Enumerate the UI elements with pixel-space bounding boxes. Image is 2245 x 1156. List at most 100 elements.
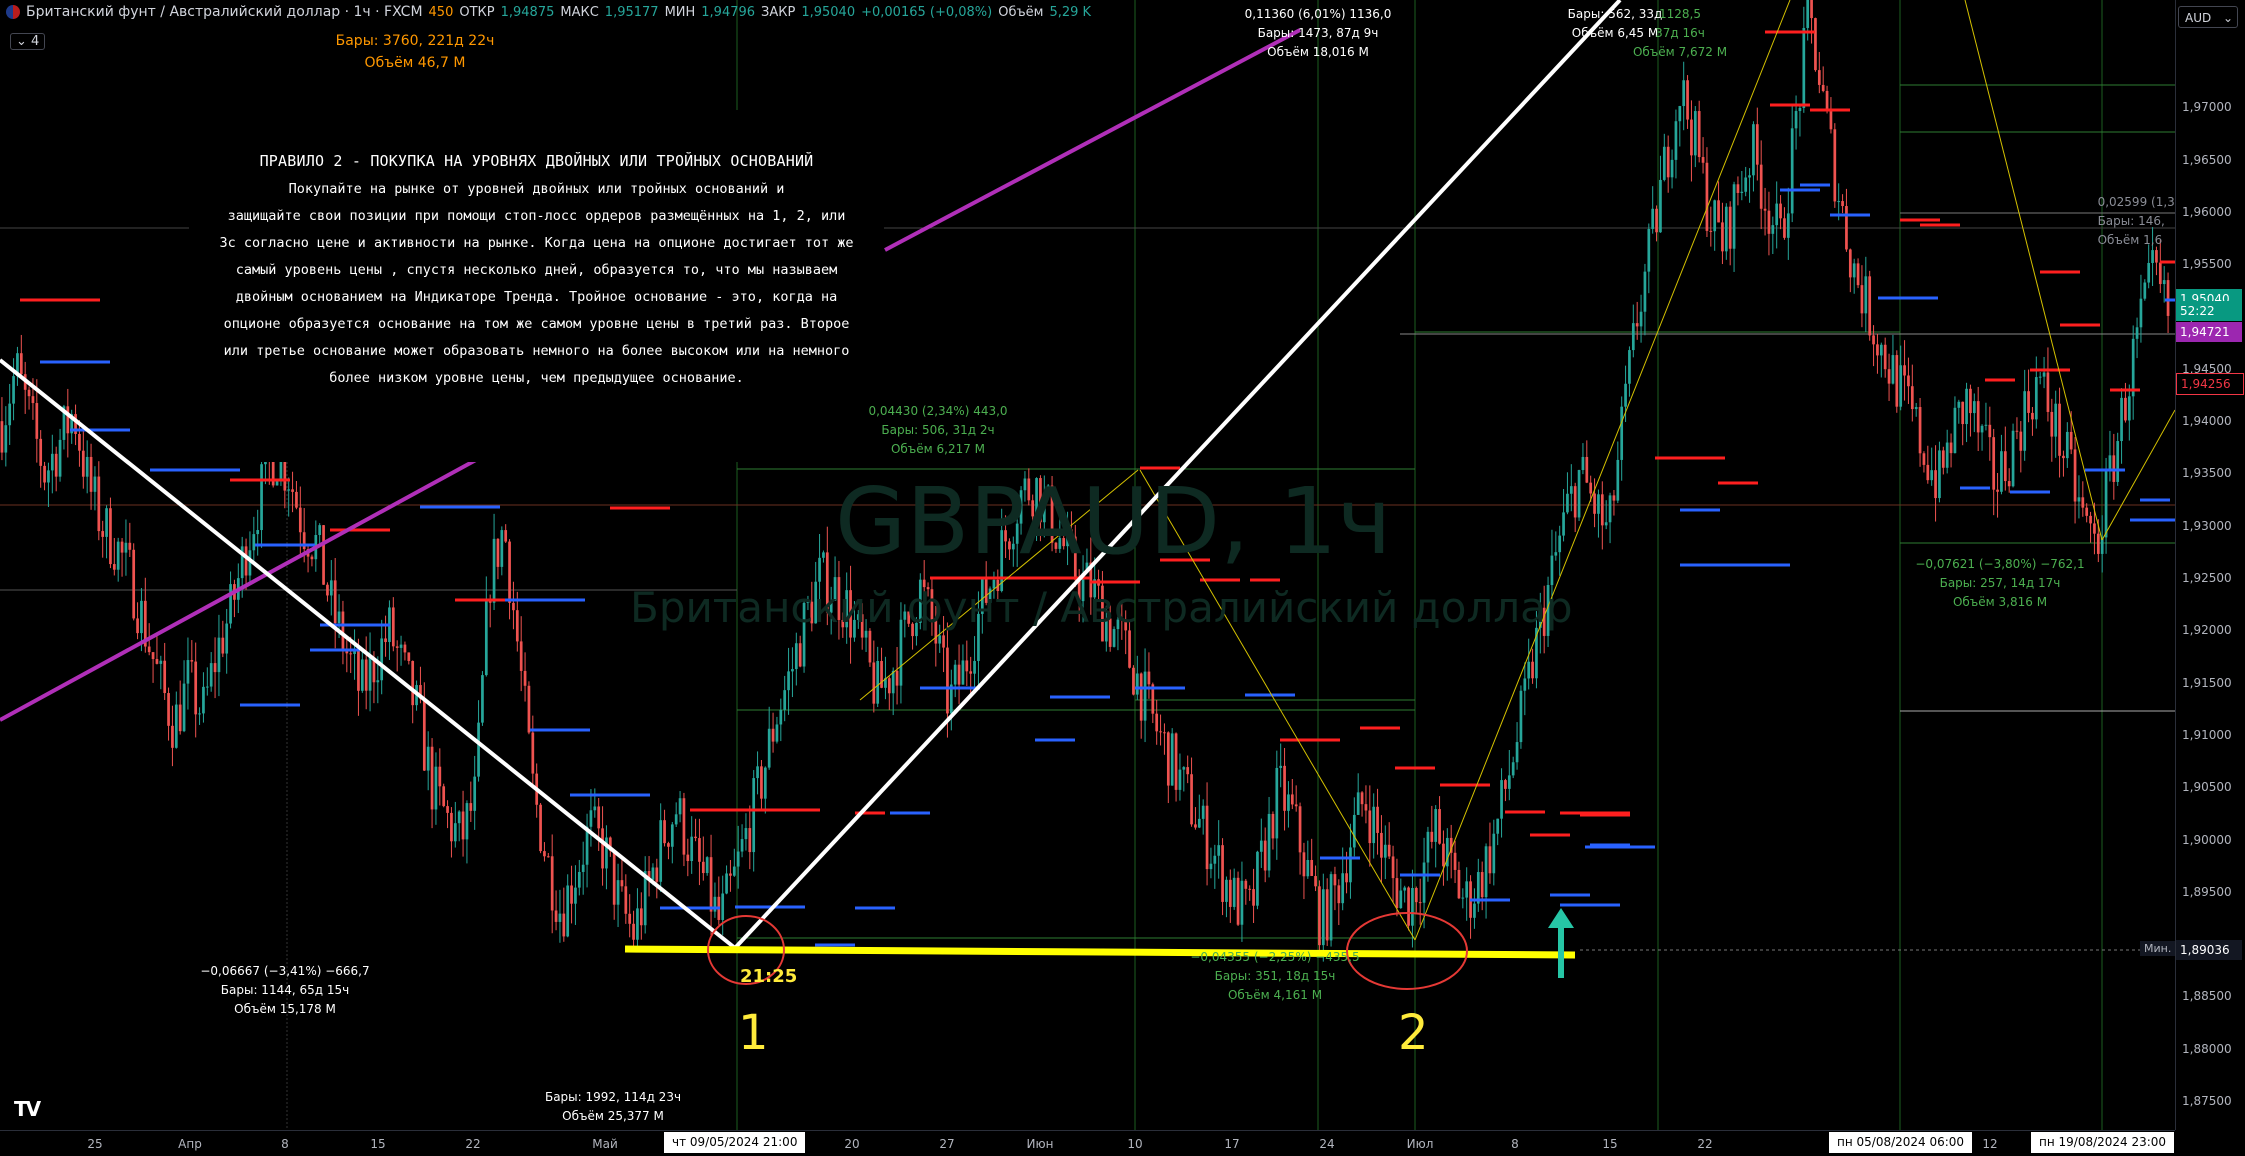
chart-area[interactable]: GBPAUD, 1ч Британский фунт / Австралийск…: [0, 0, 2182, 1130]
candle-body: [2162, 280, 2166, 285]
candle-body: [1310, 859, 1314, 877]
candle-body: [1628, 350, 1631, 384]
candle-body: [1566, 493, 1569, 513]
candle-body: [1635, 323, 1639, 327]
candle-body: [2151, 250, 2154, 263]
candle-body: [1705, 162, 1709, 231]
candle-body: [577, 871, 581, 888]
ohlc-close: 1,95040: [801, 4, 856, 20]
candle-body: [965, 660, 969, 672]
candle-body: [1480, 872, 1484, 898]
candle-body: [1945, 442, 1949, 468]
candle-body: [1205, 805, 1209, 870]
candle-body: [581, 864, 585, 872]
candle-body: [1821, 84, 1825, 91]
magenta-line-badge: 1,94721: [2176, 322, 2242, 342]
candle-body: [1852, 263, 1856, 278]
time-tick: Июн: [1026, 1137, 1054, 1151]
candle-body: [1407, 887, 1410, 926]
candle-body: [2023, 391, 2027, 451]
candle-body: [1391, 856, 1395, 879]
candle-body: [2135, 327, 2139, 339]
time-tick: Апр: [178, 1137, 202, 1151]
candle-body: [763, 767, 767, 799]
indicators-toggle[interactable]: ⌄ 4: [10, 33, 46, 50]
candle-body: [291, 489, 294, 492]
candle-body: [1666, 146, 1670, 178]
candle-body: [1988, 424, 1992, 438]
candle-body: [1174, 733, 1178, 790]
candle-body: [2003, 451, 2007, 482]
candle-body: [701, 861, 705, 874]
candle-body: [690, 836, 694, 862]
price-tick: 1,97000: [2182, 100, 2232, 115]
candle-body: [1662, 146, 1666, 180]
candle-body: [1352, 814, 1356, 848]
time-tick: 8: [1511, 1137, 1519, 1151]
candle-body: [407, 652, 411, 661]
symbol-name[interactable]: Британский фунт / Австралийский доллар ·…: [26, 4, 423, 20]
info-line: 3с согласно цене и активности на рынке. …: [219, 235, 854, 251]
candle-body: [744, 828, 748, 840]
candle-body: [1752, 124, 1755, 176]
candle-body: [1519, 690, 1523, 743]
price-tick: 1,90000: [2182, 832, 2232, 847]
candle-body: [35, 403, 39, 439]
candle-body: [1856, 263, 1860, 286]
candle-body: [1783, 218, 1786, 238]
candle-body: [353, 651, 356, 654]
candle-body: [2065, 431, 2069, 459]
symbol-legend[interactable]: Британский фунт / Австралийский доллар ·…: [6, 4, 1091, 20]
candle-body: [147, 646, 151, 653]
ohlc-open-label: ОТКР: [459, 4, 495, 20]
currency-select[interactable]: AUD ⌄: [2178, 6, 2238, 28]
candle-body: [1228, 879, 1232, 907]
info-box-body: Покупайте на рынке от уровней двойных ил…: [215, 176, 858, 392]
candle-body: [767, 728, 771, 768]
candle-body: [1523, 678, 1527, 691]
candle-body: [446, 806, 449, 813]
candle-body: [651, 867, 655, 880]
candle-body: [496, 538, 500, 567]
candle-body: [1356, 792, 1360, 815]
price-scale[interactable]: AUD ⌄ 1,970001,965001,960001,955001,9500…: [2175, 0, 2245, 1130]
candle-body: [1201, 805, 1205, 819]
candle-body: [345, 651, 349, 654]
time-tick: 22: [465, 1137, 481, 1151]
support-line: [624, 945, 1576, 959]
candle-body: [1236, 877, 1240, 925]
candle-body: [136, 618, 139, 634]
candle-body: [1891, 355, 1895, 384]
candle-body: [1372, 806, 1376, 844]
candle-body: [593, 806, 597, 811]
candle-body: [4, 425, 8, 453]
candle-body: [632, 923, 635, 940]
candle-body: [1403, 887, 1407, 891]
time-tick: Июл: [1406, 1137, 1434, 1151]
candle-body: [140, 600, 143, 634]
candle-body: [78, 433, 81, 451]
candle-body: [1922, 453, 1926, 465]
candle-body: [1360, 792, 1364, 805]
candle-body: [612, 850, 616, 905]
candle-body: [1325, 889, 1329, 941]
candle-body: [1643, 271, 1647, 312]
candle-body: [1817, 70, 1821, 85]
tradingview-logo-icon[interactable]: TV: [14, 1097, 41, 1121]
change-tag: 450: [428, 4, 454, 20]
measurement-label: −0,06667 (−3,41%) −666,7 Бары: 1144, 65д …: [200, 964, 370, 1016]
candle-body: [1430, 831, 1434, 842]
candle-body: [1349, 847, 1352, 883]
candle-body: [1244, 880, 1248, 889]
candle-body: [182, 683, 186, 732]
candle-body: [155, 659, 159, 664]
candle-body: [1790, 128, 1794, 214]
candle-body: [1697, 111, 1701, 158]
candle-body: [167, 693, 170, 726]
candle-body: [322, 525, 325, 585]
candle-body: [442, 786, 446, 807]
candle-body: [205, 686, 209, 688]
candle-body: [1953, 407, 1957, 454]
candle-body: [1275, 767, 1279, 839]
candle-body: [450, 812, 453, 842]
